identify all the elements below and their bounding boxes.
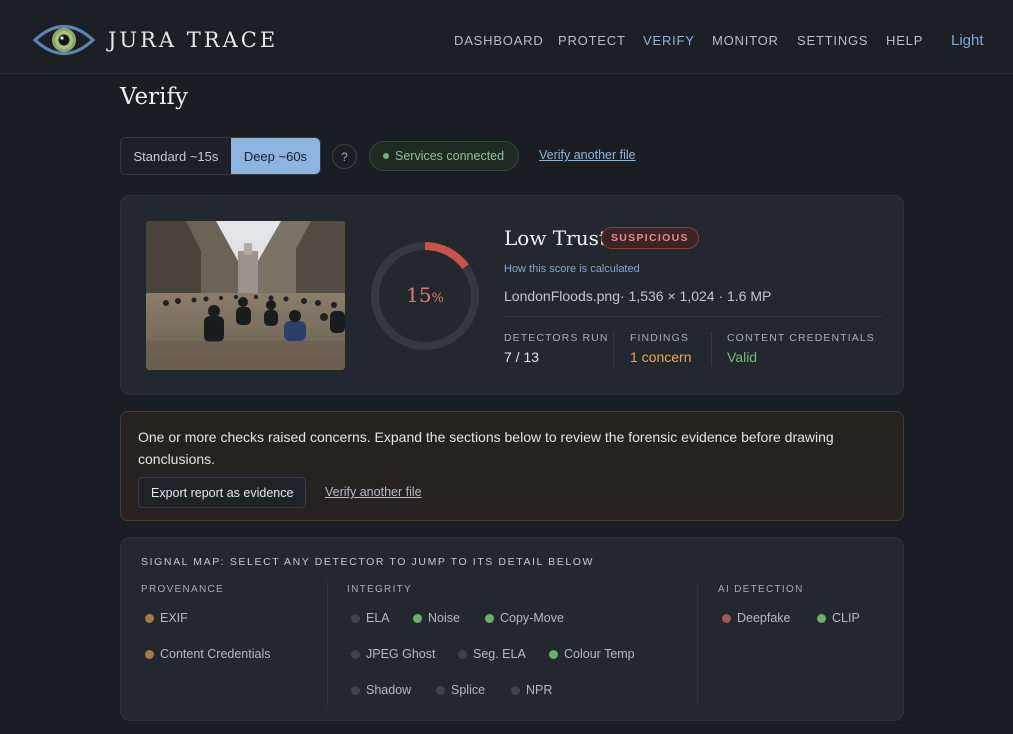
analysis-mode-toggle: Standard ~15s Deep ~60s [120, 137, 321, 175]
status-dot-icon [485, 613, 494, 623]
mode-deep-button[interactable]: Deep ~60s [230, 138, 320, 174]
status-dot-icon [383, 153, 389, 159]
export-report-button[interactable]: Export report as evidence [138, 477, 307, 508]
group-separator [327, 582, 328, 706]
trust-score-number: 15 [406, 283, 432, 307]
findings-label: FINDINGS [630, 332, 689, 344]
nav-help[interactable]: HELP [886, 33, 923, 48]
detector-label: Seg. ELA [473, 647, 526, 661]
nav-dashboard[interactable]: DASHBOARD [454, 33, 544, 48]
score-explanation-link[interactable]: How this score is calculated [504, 263, 640, 275]
uploaded-image-thumbnail[interactable] [146, 221, 345, 370]
concerns-alert: One or more checks raised concerns. Expa… [120, 411, 904, 521]
detectors-run-label: DETECTORS RUN [504, 332, 609, 344]
status-dot-icon [511, 685, 520, 695]
detector-label: ELA [366, 611, 390, 625]
content-credentials-label: CONTENT CREDENTIALS [727, 332, 875, 344]
trust-level-title: Low Trust [504, 226, 607, 250]
stat-separator [613, 332, 614, 366]
result-card: 15% Low Trust SUSPICIOUS How this score … [120, 195, 904, 395]
theme-toggle[interactable]: Light [951, 32, 984, 49]
verify-another-file-link-secondary[interactable]: Verify another file [325, 485, 422, 499]
detector-label: Splice [451, 683, 486, 697]
detector-label: Colour Temp [564, 647, 635, 661]
status-dot-icon [145, 613, 154, 623]
nav-monitor[interactable]: MONITOR [712, 33, 779, 48]
trust-score-value: 15% [369, 283, 481, 307]
detector-colour-temp[interactable]: Colour Temp [549, 647, 635, 661]
mode-help-button[interactable]: ? [332, 144, 357, 169]
verdict-badge: SUSPICIOUS [601, 227, 699, 249]
status-dot-icon [351, 649, 360, 659]
detector-seg-ela[interactable]: Seg. ELA [458, 647, 526, 661]
content-credentials-value: Valid [727, 349, 758, 365]
eye-logo-icon[interactable] [33, 19, 95, 61]
detector-label: Copy-Move [500, 611, 564, 625]
concerns-message: One or more checks raised concerns. Expa… [138, 429, 834, 467]
nav-protect[interactable]: PROTECT [558, 33, 626, 48]
status-dot-icon [549, 649, 558, 659]
detector-label: Shadow [366, 683, 412, 697]
detector-label: Noise [428, 611, 460, 625]
detector-label: CLIP [832, 611, 860, 625]
status-dot-icon [351, 613, 360, 623]
detector-exif[interactable]: EXIF [145, 611, 188, 625]
detector-label: Content Credentials [160, 647, 271, 661]
detectors-run-value: 7 / 13 [504, 349, 540, 365]
group-provenance-label: PROVENANCE [141, 584, 225, 595]
detector-noise[interactable]: Noise [413, 611, 460, 625]
group-separator [697, 582, 698, 706]
signal-map: SIGNAL MAP: SELECT ANY DETECTOR TO JUMP … [120, 537, 904, 721]
group-integrity-label: INTEGRITY [347, 584, 413, 595]
detector-deepfake[interactable]: Deepfake [722, 611, 791, 625]
status-dot-icon [436, 685, 445, 695]
status-dot-icon [458, 649, 467, 659]
detector-ela[interactable]: ELA [351, 611, 390, 625]
status-dot-icon [413, 613, 422, 623]
group-ai-detection-label: AI DETECTION [718, 584, 804, 595]
detector-shadow[interactable]: Shadow [351, 683, 411, 697]
detector-label: JPEG Ghost [366, 647, 436, 661]
detector-content-credentials[interactable]: Content Credentials [145, 647, 270, 661]
services-status-text: Services connected [395, 149, 505, 163]
top-navigation-bar: JURA TRACE DASHBOARD PROTECT VERIFY MONI… [0, 0, 1013, 74]
mode-standard-button[interactable]: Standard ~15s [121, 138, 231, 174]
stat-separator [711, 332, 712, 366]
detector-label: Deepfake [737, 611, 791, 625]
trust-score-unit: % [431, 291, 444, 306]
nav-settings[interactable]: SETTINGS [797, 33, 868, 48]
status-dot-icon [817, 613, 826, 623]
verify-another-file-link[interactable]: Verify another file [539, 148, 636, 162]
detector-splice[interactable]: Splice [436, 683, 485, 697]
detector-npr[interactable]: NPR [511, 683, 552, 697]
flooded-street-image [146, 221, 345, 370]
nav-verify[interactable]: VERIFY [643, 33, 695, 48]
status-dot-icon [351, 685, 360, 695]
page-title: Verify [120, 84, 188, 110]
detector-label: NPR [526, 683, 553, 697]
detector-label: EXIF [160, 611, 188, 625]
detector-copy-move[interactable]: Copy-Move [485, 611, 564, 625]
file-info: LondonFloods.png· 1,536 × 1,024 · 1.6 MP [504, 288, 772, 304]
services-status-pill: Services connected [369, 141, 519, 171]
detector-clip[interactable]: CLIP [817, 611, 860, 625]
status-dot-icon [722, 613, 731, 623]
status-dot-icon [145, 649, 154, 659]
detector-jpeg-ghost[interactable]: JPEG Ghost [351, 647, 435, 661]
brand-name[interactable]: JURA TRACE [108, 28, 278, 52]
findings-value: 1 concern [630, 349, 692, 365]
signal-map-title: SIGNAL MAP: SELECT ANY DETECTOR TO JUMP … [141, 556, 595, 568]
stats-divider [504, 316, 882, 317]
